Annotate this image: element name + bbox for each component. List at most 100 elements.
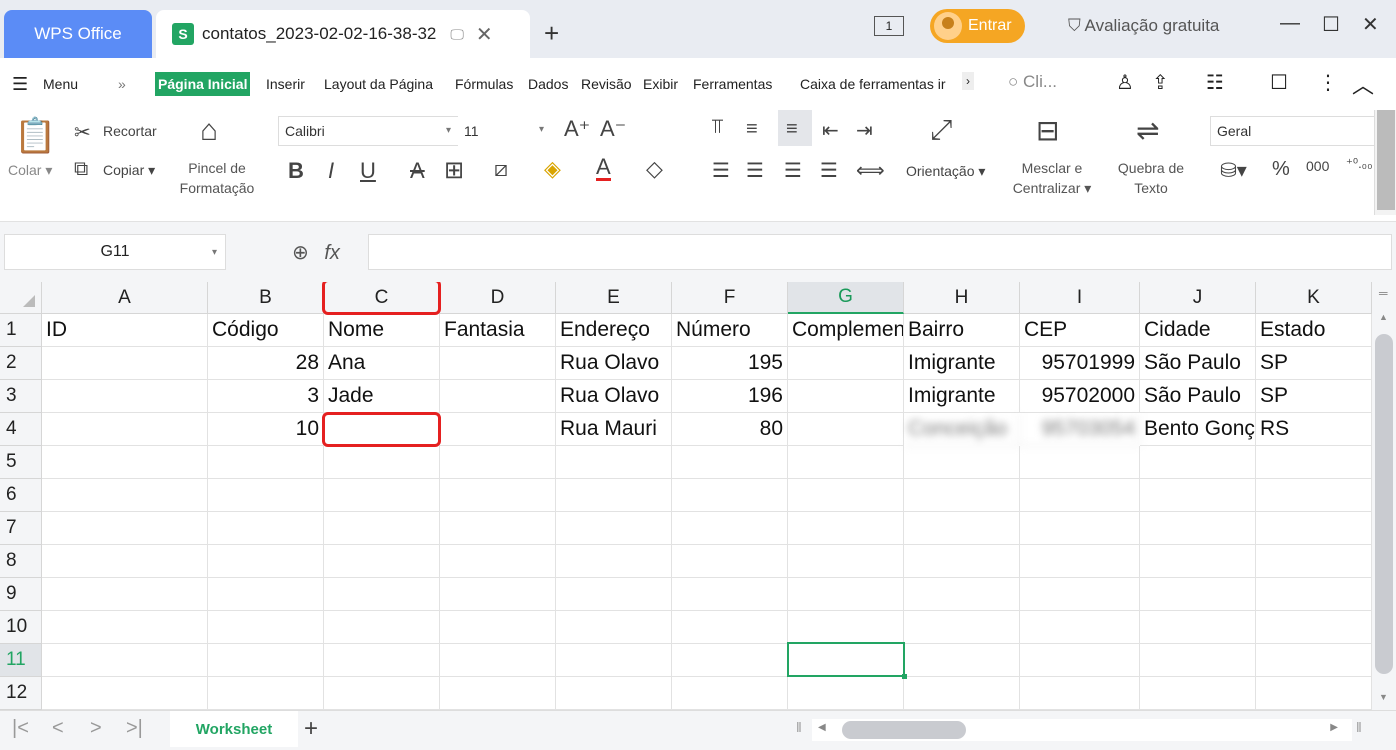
export-icon[interactable]: ⇪ bbox=[1152, 70, 1169, 95]
cell-g7[interactable] bbox=[788, 512, 904, 545]
cell-j12[interactable] bbox=[1140, 677, 1256, 710]
percent-icon[interactable]: % bbox=[1272, 158, 1290, 181]
row-header-8[interactable]: 8 bbox=[0, 545, 42, 578]
cell-b9[interactable] bbox=[208, 578, 324, 611]
copy-icon[interactable]: ⧉ bbox=[74, 158, 88, 181]
grow-font-icon[interactable]: A⁺ bbox=[564, 116, 590, 142]
cell-k10[interactable] bbox=[1256, 611, 1372, 644]
cell-f8[interactable] bbox=[672, 545, 788, 578]
number-format-select[interactable]: Geral bbox=[1210, 116, 1376, 146]
cell-h4[interactable]: Conceição bbox=[904, 413, 1020, 446]
fill-color-icon[interactable]: ◈ bbox=[544, 156, 561, 182]
cell-g8[interactable] bbox=[788, 545, 904, 578]
cell-d8[interactable] bbox=[440, 545, 556, 578]
next-sheet-icon[interactable]: > bbox=[90, 717, 102, 740]
cell-j11[interactable] bbox=[1140, 644, 1256, 677]
cell-j10[interactable] bbox=[1140, 611, 1256, 644]
cell-d9[interactable] bbox=[440, 578, 556, 611]
tab-ferramentas[interactable]: Ferramentas bbox=[693, 76, 772, 92]
cell-e11[interactable] bbox=[556, 644, 672, 677]
cell-c1[interactable]: Nome bbox=[324, 314, 440, 347]
row-header-2[interactable]: 2 bbox=[0, 347, 42, 380]
cell-h6[interactable] bbox=[904, 479, 1020, 512]
scroll-menu-icon[interactable]: ═ bbox=[1379, 286, 1388, 300]
selected-cell-g11[interactable] bbox=[787, 642, 907, 679]
column-header-i[interactable]: I bbox=[1020, 282, 1140, 314]
cell-f2[interactable]: 195 bbox=[672, 347, 788, 380]
cell-e9[interactable] bbox=[556, 578, 672, 611]
cell-k4[interactable]: RS bbox=[1256, 413, 1372, 446]
align-center-icon[interactable]: ☰ bbox=[746, 158, 764, 183]
column-header-e[interactable]: E bbox=[556, 282, 672, 314]
name-box[interactable]: G11 ▾ bbox=[4, 234, 226, 270]
format-painter-button[interactable]: Pincel de Formatação bbox=[170, 158, 264, 198]
cell-d3[interactable] bbox=[440, 380, 556, 413]
underline-icon[interactable]: U bbox=[360, 158, 376, 184]
cell-b7[interactable] bbox=[208, 512, 324, 545]
cell-d5[interactable] bbox=[440, 446, 556, 479]
column-header-j[interactable]: J bbox=[1140, 282, 1256, 314]
collapse-ribbon-icon[interactable]: ︿ bbox=[1352, 68, 1374, 100]
row-header-1[interactable]: 1 bbox=[0, 314, 42, 347]
cell-style-icon[interactable]: ⧄ bbox=[494, 156, 508, 182]
currency-icon[interactable]: ⛁▾ bbox=[1220, 158, 1247, 183]
cell-h2[interactable]: Imigrante bbox=[904, 347, 1020, 380]
cell-h9[interactable] bbox=[904, 578, 1020, 611]
cell-j3[interactable]: São Paulo bbox=[1140, 380, 1256, 413]
cell-h12[interactable] bbox=[904, 677, 1020, 710]
tab-inserir[interactable]: Inserir bbox=[266, 76, 305, 92]
cell-i12[interactable] bbox=[1020, 677, 1140, 710]
cell-d12[interactable] bbox=[440, 677, 556, 710]
cell-a10[interactable] bbox=[42, 611, 208, 644]
cell-f3[interactable]: 196 bbox=[672, 380, 788, 413]
cell-b11[interactable] bbox=[208, 644, 324, 677]
cell-a2[interactable] bbox=[42, 347, 208, 380]
column-header-k[interactable]: K bbox=[1256, 282, 1372, 314]
cell-h3[interactable]: Imigrante bbox=[904, 380, 1020, 413]
cell-d11[interactable] bbox=[440, 644, 556, 677]
cell-i7[interactable] bbox=[1020, 512, 1140, 545]
row-header-4[interactable]: 4 bbox=[0, 413, 42, 446]
align-middle-icon[interactable]: ≡ bbox=[746, 118, 758, 141]
vertical-scrollbar[interactable]: ═ ▲ ▼ bbox=[1372, 282, 1396, 710]
cell-g12[interactable] bbox=[788, 677, 904, 710]
cell-j5[interactable] bbox=[1140, 446, 1256, 479]
cell-k3[interactable]: SP bbox=[1256, 380, 1372, 413]
cell-a9[interactable] bbox=[42, 578, 208, 611]
cell-i6[interactable] bbox=[1020, 479, 1140, 512]
tab-exibir[interactable]: Exibir bbox=[643, 76, 678, 92]
cell-f7[interactable] bbox=[672, 512, 788, 545]
cell-b4[interactable]: 10 bbox=[208, 413, 324, 446]
column-header-f[interactable]: F bbox=[672, 282, 788, 314]
cell-a4[interactable] bbox=[42, 413, 208, 446]
cell-k5[interactable] bbox=[1256, 446, 1372, 479]
split-handle-right-icon[interactable]: ‖ bbox=[1356, 719, 1362, 735]
tab-layout[interactable]: Layout da Página bbox=[324, 76, 433, 92]
cell-a5[interactable] bbox=[42, 446, 208, 479]
ribbon-scroll-thumb[interactable] bbox=[1377, 110, 1395, 210]
cell-e10[interactable] bbox=[556, 611, 672, 644]
cell-b5[interactable] bbox=[208, 446, 324, 479]
orientation-icon[interactable]: ⤢ bbox=[930, 114, 952, 147]
login-button[interactable]: Entrar bbox=[930, 9, 1025, 43]
cell-b3[interactable]: 3 bbox=[208, 380, 324, 413]
cell-e2[interactable]: Rua Olavo bbox=[556, 347, 672, 380]
prev-sheet-icon[interactable]: < bbox=[52, 717, 64, 740]
split-handle-icon[interactable]: ‖ bbox=[796, 719, 802, 735]
window-count-icon[interactable]: 1 bbox=[874, 16, 904, 36]
cell-d7[interactable] bbox=[440, 512, 556, 545]
tab-document[interactable]: S contatos_2023-02-02-16-38-32 🖵 ✕ bbox=[156, 10, 530, 58]
cell-c2[interactable]: Ana bbox=[324, 347, 440, 380]
cell-h7[interactable] bbox=[904, 512, 1020, 545]
cell-e12[interactable] bbox=[556, 677, 672, 710]
paste-icon[interactable]: 📋 bbox=[14, 116, 56, 156]
cell-b1[interactable]: Código bbox=[208, 314, 324, 347]
cell-g1[interactable]: Complemento bbox=[788, 314, 904, 347]
clear-format-icon[interactable]: ◇ bbox=[646, 156, 663, 182]
cell-b8[interactable] bbox=[208, 545, 324, 578]
select-all-corner[interactable] bbox=[0, 282, 42, 314]
row-header-3[interactable]: 3 bbox=[0, 380, 42, 413]
cell-g10[interactable] bbox=[788, 611, 904, 644]
cell-f9[interactable] bbox=[672, 578, 788, 611]
cell-b6[interactable] bbox=[208, 479, 324, 512]
